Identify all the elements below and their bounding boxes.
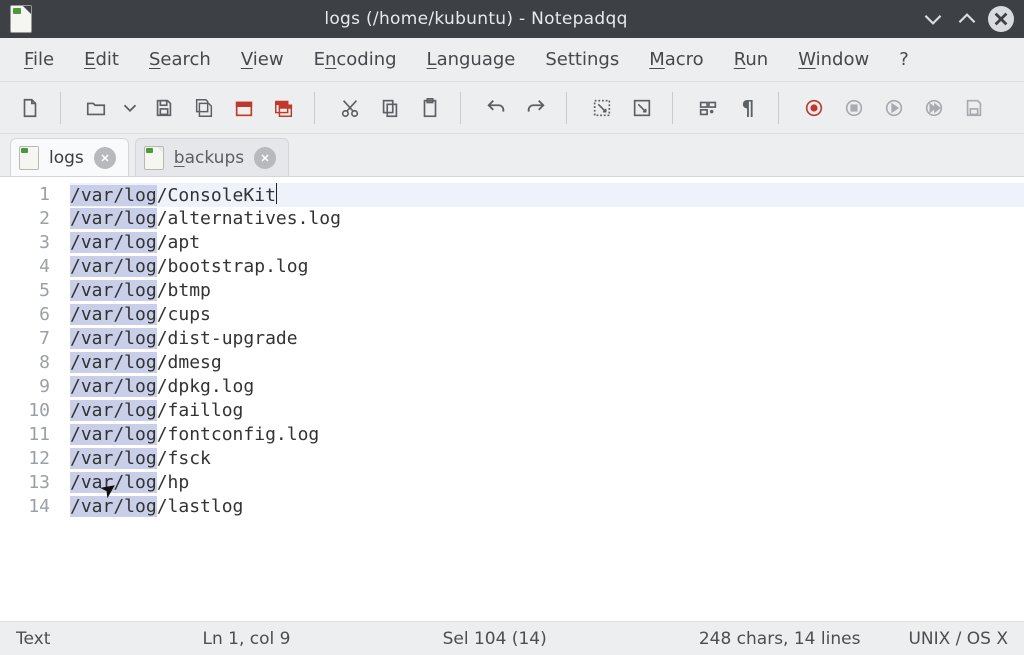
menu-search[interactable]: Search (149, 49, 211, 70)
gutter: 1234567891011121314 (0, 177, 64, 621)
code-line[interactable]: /var/log/alternatives.log (70, 207, 1024, 231)
text-caret (276, 183, 277, 204)
menu-macro[interactable]: Macro (649, 49, 703, 70)
menu-view[interactable]: View (241, 49, 284, 70)
line-number: 1 (0, 183, 50, 207)
separator (778, 92, 788, 124)
menu-run[interactable]: Run (734, 49, 769, 70)
code-line[interactable]: /var/log/fontconfig.log (70, 423, 1024, 447)
line-number: 12 (0, 447, 50, 471)
copy-button[interactable] (370, 88, 410, 128)
line-number: 3 (0, 231, 50, 255)
toolbar: ¶ (0, 82, 1024, 134)
file-icon (19, 146, 39, 170)
tab-close-button[interactable] (254, 147, 276, 169)
paste-button[interactable] (410, 88, 450, 128)
show-symbols-button[interactable]: ¶ (728, 88, 768, 128)
tabbar: logs backups (0, 134, 1024, 176)
redo-button[interactable] (516, 88, 556, 128)
save-all-button[interactable] (184, 88, 224, 128)
code-line[interactable]: /var/log/dist-upgrade (70, 327, 1024, 351)
code-area[interactable]: /var/log/ConsoleKit/var/log/alternatives… (64, 177, 1024, 621)
menu-edit[interactable]: Edit (84, 49, 119, 70)
tab-label: backups (174, 148, 244, 168)
status-selection: Sel 104 (14) (437, 629, 553, 649)
line-number: 7 (0, 327, 50, 351)
menu-help[interactable]: ? (899, 49, 909, 70)
line-number: 11 (0, 423, 50, 447)
code-line[interactable]: /var/log/cups (70, 303, 1024, 327)
line-number: 14 (0, 495, 50, 519)
separator (672, 92, 682, 124)
open-file-button[interactable] (76, 88, 116, 128)
editor[interactable]: 1234567891011121314 /var/log/ConsoleKit/… (0, 176, 1024, 621)
save-macro-button[interactable] (954, 88, 994, 128)
statusbar: Text Ln 1, col 9 Sel 104 (14) 248 chars,… (0, 621, 1024, 655)
window-title: logs (/home/kubuntu) - Notepadqq (40, 9, 912, 29)
menu-settings[interactable]: Settings (545, 49, 619, 70)
titlebar: logs (/home/kubuntu) - Notepadqq (0, 0, 1024, 38)
open-recent-button[interactable] (116, 88, 144, 128)
menu-encoding[interactable]: Encoding (314, 49, 397, 70)
undo-button[interactable] (476, 88, 516, 128)
window: logs (/home/kubuntu) - Notepadqq File Ed… (0, 0, 1024, 655)
stop-macro-button[interactable] (834, 88, 874, 128)
code-line[interactable]: /var/log/faillog (70, 399, 1024, 423)
code-line[interactable]: /var/log/hp (70, 471, 1024, 495)
line-number: 4 (0, 255, 50, 279)
separator (566, 92, 576, 124)
code-line[interactable]: /var/log/dpkg.log (70, 375, 1024, 399)
play-macro-button[interactable] (874, 88, 914, 128)
line-number: 6 (0, 303, 50, 327)
status-stats: 248 chars, 14 lines (693, 629, 867, 649)
code-line[interactable]: /var/log/fsck (70, 447, 1024, 471)
preferences-button[interactable] (688, 88, 728, 128)
record-macro-button[interactable] (794, 88, 834, 128)
close-tab-button[interactable] (224, 88, 264, 128)
save-button[interactable] (144, 88, 184, 128)
code-line[interactable]: /var/log/ConsoleKit (70, 183, 1024, 207)
tab-backups[interactable]: backups (135, 138, 289, 176)
tab-close-button[interactable] (94, 147, 116, 169)
close-window-button[interactable] (988, 6, 1014, 32)
close-all-button[interactable] (264, 88, 304, 128)
new-file-button[interactable] (10, 88, 50, 128)
separator (60, 92, 70, 124)
tab-logs[interactable]: logs (10, 138, 129, 176)
code-line[interactable]: /var/log/apt (70, 231, 1024, 255)
code-line[interactable]: /var/log/dmesg (70, 351, 1024, 375)
line-number: 9 (0, 375, 50, 399)
status-position: Ln 1, col 9 (197, 629, 297, 649)
status-language[interactable]: Text (10, 629, 56, 649)
minimize-button[interactable] (920, 6, 946, 32)
file-icon (144, 146, 164, 170)
code-line[interactable]: /var/log/btmp (70, 279, 1024, 303)
line-number: 5 (0, 279, 50, 303)
menu-file[interactable]: File (24, 49, 54, 70)
line-number: 2 (0, 207, 50, 231)
separator (460, 92, 470, 124)
play-macro-multi-button[interactable] (914, 88, 954, 128)
menu-window[interactable]: Window (798, 49, 869, 70)
maximize-button[interactable] (954, 6, 980, 32)
app-icon (10, 5, 32, 33)
menubar: File Edit Search View Encoding Language … (0, 38, 1024, 82)
line-number: 13 (0, 471, 50, 495)
pilcrow-icon: ¶ (742, 96, 755, 120)
separator (314, 92, 324, 124)
status-eol[interactable]: UNIX / OS X (902, 629, 1014, 649)
tab-label: logs (49, 148, 84, 168)
cut-button[interactable] (330, 88, 370, 128)
word-wrap-button[interactable] (582, 88, 622, 128)
menu-language[interactable]: Language (427, 49, 516, 70)
code-line[interactable]: /var/log/lastlog (70, 495, 1024, 519)
code-line[interactable]: /var/log/bootstrap.log (70, 255, 1024, 279)
fullscreen-button[interactable] (622, 88, 662, 128)
line-number: 10 (0, 399, 50, 423)
line-number: 8 (0, 351, 50, 375)
